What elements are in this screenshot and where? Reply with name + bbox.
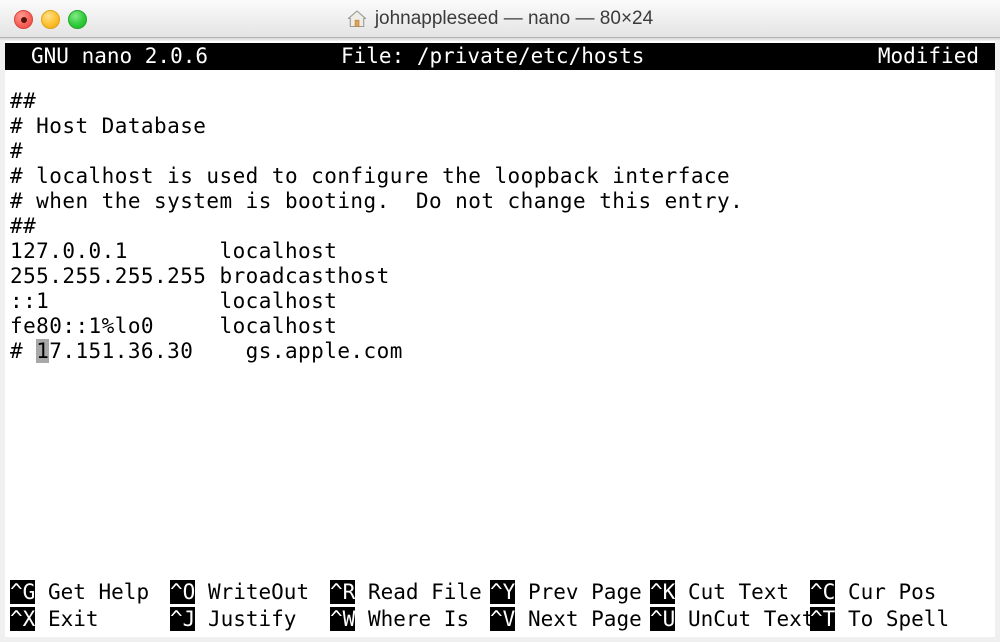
shortcut-label: Next Page: [515, 607, 641, 631]
editor-line: fe80::1%lo0 localhost: [5, 314, 995, 339]
nano-shortcut-bar: ^G Get Help ^O WriteOut ^R Read File ^Y …: [5, 579, 995, 635]
shortcut-key: ^T: [810, 607, 835, 631]
shortcut-read-file[interactable]: ^R Read File: [330, 579, 482, 606]
shortcut-key: ^J: [170, 607, 195, 631]
nano-status-bar: GNU nano 2.0.6 File: /private/etc/hosts …: [5, 43, 995, 70]
shortcut-key: ^O: [170, 580, 195, 604]
text-cursor: 1: [36, 339, 49, 363]
shortcut-key: ^U: [650, 607, 675, 631]
editor-line: # Host Database: [5, 114, 995, 139]
editor-line: ##: [5, 214, 995, 239]
shortcut-key: ^R: [330, 580, 355, 604]
shortcut-row-2: ^X Exit ^J Justify ^W Where Is ^V Next P…: [5, 606, 995, 633]
terminal-window: johnappleseed — nano — 80×24 GNU nano 2.…: [0, 0, 1000, 642]
shortcut-prev-page[interactable]: ^Y Prev Page: [490, 579, 642, 606]
shortcut-write-out[interactable]: ^O WriteOut: [170, 579, 309, 606]
editor-line: # when the system is booting. Do not cha…: [5, 189, 995, 214]
nano-file-path: File: /private/etc/hosts: [341, 43, 644, 70]
editor-line: # localhost is used to configure the loo…: [5, 164, 995, 189]
zoom-button[interactable]: [68, 10, 87, 29]
shortcut-where-is[interactable]: ^W Where Is: [330, 606, 469, 633]
editor-line: ##: [5, 89, 995, 114]
shortcut-label: Read File: [355, 580, 481, 604]
line-text-after-cursor: 7.151.36.30 gs.apple.com: [49, 339, 403, 363]
shortcut-get-help[interactable]: ^G Get Help: [10, 579, 149, 606]
shortcut-label: UnCut Text: [675, 607, 814, 631]
shortcut-label: Justify: [195, 607, 296, 631]
title-bar[interactable]: johnappleseed — nano — 80×24: [0, 0, 1000, 38]
editor-line: 255.255.255.255 broadcasthost: [5, 264, 995, 289]
shortcut-key: ^W: [330, 607, 355, 631]
editor-line: ::1 localhost: [5, 289, 995, 314]
shortcut-label: Cut Text: [675, 580, 789, 604]
shortcut-key: ^V: [490, 607, 515, 631]
shortcut-cut-text[interactable]: ^K Cut Text: [650, 579, 789, 606]
nano-version: GNU nano 2.0.6: [31, 43, 208, 70]
terminal-content[interactable]: GNU nano 2.0.6 File: /private/etc/hosts …: [0, 41, 1000, 642]
shortcut-row-1: ^G Get Help ^O WriteOut ^R Read File ^Y …: [5, 579, 995, 606]
traffic-light-group: [14, 10, 87, 29]
editor-text-area[interactable]: ## # Host Database # # localhost is used…: [5, 89, 995, 567]
shortcut-exit[interactable]: ^X Exit: [10, 606, 99, 633]
shortcut-label: Get Help: [35, 580, 149, 604]
editor-line: 127.0.0.1 localhost: [5, 239, 995, 264]
shortcut-justify[interactable]: ^J Justify: [170, 606, 296, 633]
close-button[interactable]: [14, 10, 33, 29]
home-icon: [347, 9, 367, 29]
shortcut-label: Where Is: [355, 607, 469, 631]
terminal-inner: GNU nano 2.0.6 File: /private/etc/hosts …: [5, 41, 995, 637]
shortcut-cur-pos[interactable]: ^C Cur Pos: [810, 579, 936, 606]
editor-line: #: [5, 139, 995, 164]
editor-line-with-cursor: # 17.151.36.30 gs.apple.com: [5, 339, 995, 364]
shortcut-key: ^X: [10, 607, 35, 631]
line-text-before-cursor: #: [10, 339, 36, 363]
shortcut-key: ^C: [810, 580, 835, 604]
window-title: johnappleseed — nano — 80×24: [375, 8, 653, 30]
shortcut-label: WriteOut: [195, 580, 309, 604]
shortcut-label: To Spell: [835, 607, 949, 631]
minimize-button[interactable]: [41, 10, 60, 29]
shortcut-uncut-text[interactable]: ^U UnCut Text: [650, 606, 814, 633]
shortcut-label: Exit: [35, 607, 98, 631]
shortcut-key: ^G: [10, 580, 35, 604]
shortcut-key: ^K: [650, 580, 675, 604]
shortcut-key: ^Y: [490, 580, 515, 604]
title-center-group: johnappleseed — nano — 80×24: [0, 0, 1000, 38]
nano-modified-flag: Modified: [878, 43, 979, 70]
shortcut-label: Cur Pos: [835, 580, 936, 604]
shortcut-to-spell[interactable]: ^T To Spell: [810, 606, 949, 633]
shortcut-label: Prev Page: [515, 580, 641, 604]
shortcut-next-page[interactable]: ^V Next Page: [490, 606, 642, 633]
